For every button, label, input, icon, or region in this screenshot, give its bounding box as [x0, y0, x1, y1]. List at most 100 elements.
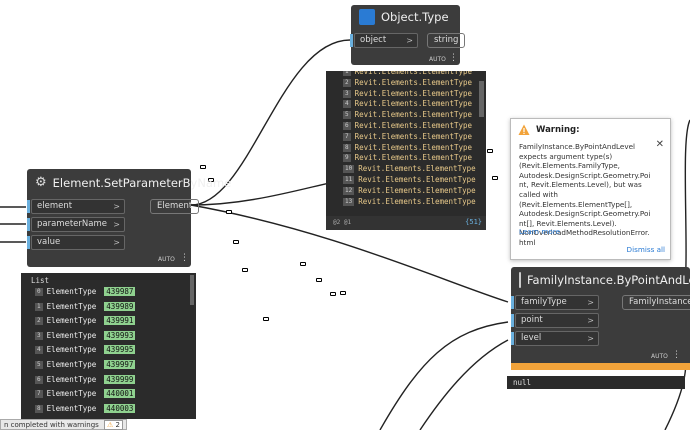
result-value: null — [513, 378, 532, 387]
status-bar: n completed with warnings ⚠ 2 — [0, 419, 127, 430]
row-index: 2 — [343, 78, 351, 87]
element-input-port[interactable]: element > — [27, 199, 125, 214]
wire-chip — [263, 317, 269, 321]
row-label: ElementType — [46, 287, 97, 296]
warning-state-bar — [511, 363, 690, 370]
row-label: ElementType — [46, 374, 97, 384]
level-input-port[interactable]: level > — [511, 331, 599, 346]
more-options-icon[interactable]: ⋮ — [672, 350, 681, 360]
row-index: 3 — [35, 331, 43, 340]
list-item: 5 Revit.Elements.ElementType — [343, 110, 476, 121]
row-index: 1 — [343, 71, 351, 76]
row-index: 10 — [343, 165, 355, 174]
more-options-icon[interactable]: ⋮ — [449, 53, 458, 63]
point-input-port[interactable]: point > — [511, 313, 599, 328]
row-index: 7 — [35, 390, 43, 399]
row-index: 1 — [35, 302, 43, 311]
list-item: 0 ElementType 439987 — [35, 285, 136, 300]
result-preview: null — [507, 376, 685, 389]
list-preview[interactable]: List 0 ElementType 439987 1 ElementType 43998… — [21, 273, 196, 419]
status-text: n completed with warnings — [4, 421, 99, 429]
row-index: 9 — [343, 154, 351, 163]
set-parameter-node[interactable]: ⚙ Element.SetParameterByName element > p… — [27, 169, 231, 267]
wire-chip — [300, 262, 306, 266]
warning-icon — [518, 124, 530, 136]
row-index: 8 — [35, 404, 43, 413]
chevron-right-icon: > — [587, 316, 594, 325]
wire-chip — [316, 278, 322, 282]
row-label: ElementType — [46, 345, 97, 355]
wire-chip — [242, 268, 248, 272]
wire-chip — [226, 210, 232, 214]
row-label: ElementType — [46, 301, 97, 311]
row-value: Revit.Elements.ElementType — [354, 77, 473, 87]
family-type-input-port[interactable]: familyType > — [511, 295, 599, 310]
list-item: 2 Revit.Elements.ElementType — [343, 78, 476, 89]
list-item: 10 Revit.Elements.ElementType — [343, 164, 476, 175]
list-item: 8 ElementType 440003 — [35, 402, 136, 417]
warning-small-icon: ⚠ — [107, 421, 114, 429]
row-index: 0 — [35, 288, 43, 296]
object-input-port[interactable]: object > — [350, 33, 418, 48]
row-value: Revit.Elements.ElementType — [358, 185, 476, 195]
node-title: Element.SetParameterByName — [52, 175, 232, 190]
row-id: 439997 — [104, 359, 136, 369]
row-index: 8 — [343, 143, 351, 152]
close-icon[interactable]: ✕ — [656, 139, 664, 150]
row-value: Revit.Elements.ElementType — [358, 174, 476, 184]
row-index: 7 — [343, 132, 351, 141]
list-item: 1 ElementType 439989 — [35, 300, 136, 315]
row-index: 4 — [343, 100, 351, 109]
node-title: Object.Type — [381, 10, 449, 24]
warning-popup: Warning: ✕ FamilyInstance.ByPointAndLeve… — [510, 118, 671, 260]
row-index: 6 — [35, 375, 43, 384]
list-item: 9 Revit.Elements.ElementType — [343, 153, 476, 164]
object-type-preview[interactable]: 1 Revit.Elements.ElementType 2 Revit.Elemen… — [326, 71, 486, 230]
row-label: ElementType — [46, 359, 97, 369]
family-instance-node[interactable]: FamilyInstance.ByPointAndLevel familyTyp… — [511, 267, 690, 370]
list-header: List — [31, 276, 50, 285]
value-input-port[interactable]: value > — [27, 235, 125, 250]
row-index: 11 — [343, 175, 355, 184]
warning-count-badge[interactable]: ⚠ 2 — [104, 420, 123, 430]
list-item: 7 ElementType 440001 — [35, 387, 136, 402]
chevron-right-icon: > — [113, 220, 120, 229]
object-type-node[interactable]: Object.Type object > string AUTO ⋮ — [350, 5, 466, 65]
chevron-right-icon: > — [587, 334, 594, 343]
dismiss-all-link[interactable]: Dismiss all — [627, 245, 665, 254]
node-header: Object.Type — [351, 5, 460, 29]
row-label: ElementType — [46, 316, 97, 326]
list-item: 1 Revit.Elements.ElementType — [343, 71, 476, 78]
wire-chip — [200, 165, 206, 169]
row-value: Revit.Elements.ElementType — [354, 71, 473, 76]
parameter-name-input-port[interactable]: parameterName > — [27, 217, 125, 232]
more-options-icon[interactable]: ⋮ — [180, 253, 189, 263]
gear-icon: ⚙ — [35, 174, 47, 190]
row-id: 440001 — [104, 389, 136, 399]
auto-label: AUTO — [158, 256, 175, 263]
list-item: 12 Revit.Elements.ElementType — [343, 186, 476, 197]
row-id: 439999 — [104, 374, 136, 384]
wire-chip — [487, 149, 493, 153]
element-output-port[interactable]: Element — [150, 199, 200, 214]
list-item: 8 Revit.Elements.ElementType — [343, 143, 476, 154]
family-instance-output-port[interactable]: FamilyInstance — [622, 295, 690, 310]
family-instance-icon — [519, 272, 521, 288]
row-value: Revit.Elements.ElementType — [354, 153, 473, 163]
string-output-port[interactable]: string — [427, 33, 466, 48]
list-scrollbar[interactable] — [190, 275, 194, 305]
list-item: 11 Revit.Elements.ElementType — [343, 175, 476, 186]
learn-more-link[interactable]: Learn more — [519, 227, 560, 236]
row-value: Revit.Elements.ElementType — [354, 120, 473, 130]
row-id: 439991 — [104, 316, 136, 326]
row-index: 2 — [35, 317, 43, 326]
row-index: 13 — [343, 197, 355, 206]
preview-count: {51} — [465, 218, 482, 226]
preview-scrollbar[interactable] — [479, 81, 484, 117]
node-title: FamilyInstance.ByPointAndLevel — [527, 273, 690, 287]
row-value: Revit.Elements.ElementType — [354, 99, 473, 109]
row-index: 6 — [343, 121, 351, 130]
list-item: 6 Revit.Elements.ElementType — [343, 121, 476, 132]
row-id: 439989 — [104, 301, 136, 311]
object-type-icon — [359, 9, 375, 25]
